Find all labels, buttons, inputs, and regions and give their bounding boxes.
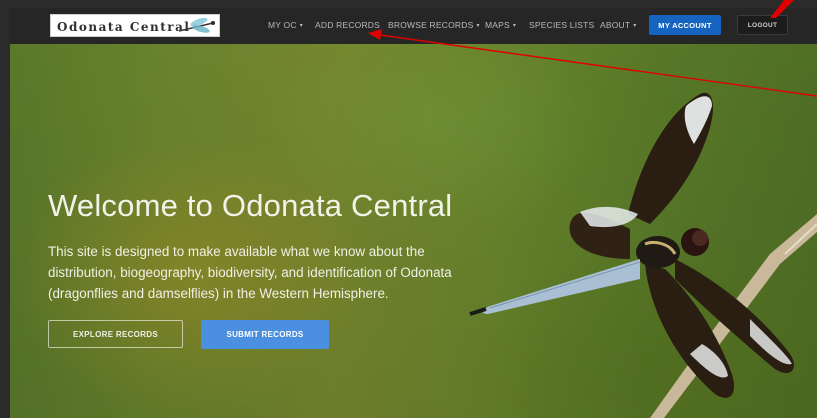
nav-my-oc[interactable]: MY OC ▾ [268, 20, 303, 30]
nav-maps-label: MAPS [485, 20, 510, 30]
nav-my-oc-label: MY OC [268, 20, 297, 30]
widow-skimmer-dragonfly-photo [469, 92, 817, 418]
browser-viewport: Odonata Central MY OC ▾ ADD RECORDS BROWS… [10, 8, 817, 418]
nav-maps[interactable]: MAPS ▾ [485, 20, 516, 30]
submit-records-button[interactable]: SUBMIT RECORDS [201, 320, 329, 349]
my-account-button[interactable]: MY ACCOUNT [649, 15, 721, 35]
hero-description-line: This site is designed to make available … [48, 244, 425, 259]
chevron-down-icon: ▾ [299, 23, 303, 29]
explore-records-button[interactable]: EXPLORE RECORDS [48, 320, 183, 348]
nav-species-lists-label: SPECIES LISTS [529, 20, 595, 30]
top-navbar: Odonata Central MY OC ▾ ADD RECORDS BROWS… [10, 8, 817, 44]
dragonfly-logo-icon [178, 17, 215, 33]
hero-description-line: (dragonflies and damselflies) in the Wes… [48, 286, 389, 301]
hero-description: This site is designed to make available … [48, 241, 478, 304]
nav-about-label: ABOUT [600, 20, 631, 30]
chevron-down-icon: ▾ [476, 23, 480, 29]
chevron-down-icon: ▾ [512, 23, 517, 29]
logout-button[interactable]: LOGOUT [737, 15, 788, 35]
nav-add-records[interactable]: ADD RECORDS [315, 20, 380, 30]
hero-description-line: distribution, biogeography, biodiversity… [48, 265, 452, 280]
nav-about[interactable]: ABOUT ▾ [600, 20, 637, 30]
hero-banner: Welcome to Odonata Central This site is … [10, 44, 817, 418]
nav-species-lists[interactable]: SPECIES LISTS [529, 20, 594, 30]
chevron-down-icon: ▾ [633, 23, 637, 29]
nav-browse-records[interactable]: BROWSE RECORDS ▾ [388, 20, 480, 30]
site-logo[interactable]: Odonata Central [50, 14, 220, 37]
hero-title: Welcome to Odonata Central [48, 188, 453, 223]
nav-browse-records-label: BROWSE RECORDS [388, 20, 474, 30]
site-logo-text: Odonata Central [57, 20, 191, 34]
nav-add-records-label: ADD RECORDS [315, 20, 381, 30]
